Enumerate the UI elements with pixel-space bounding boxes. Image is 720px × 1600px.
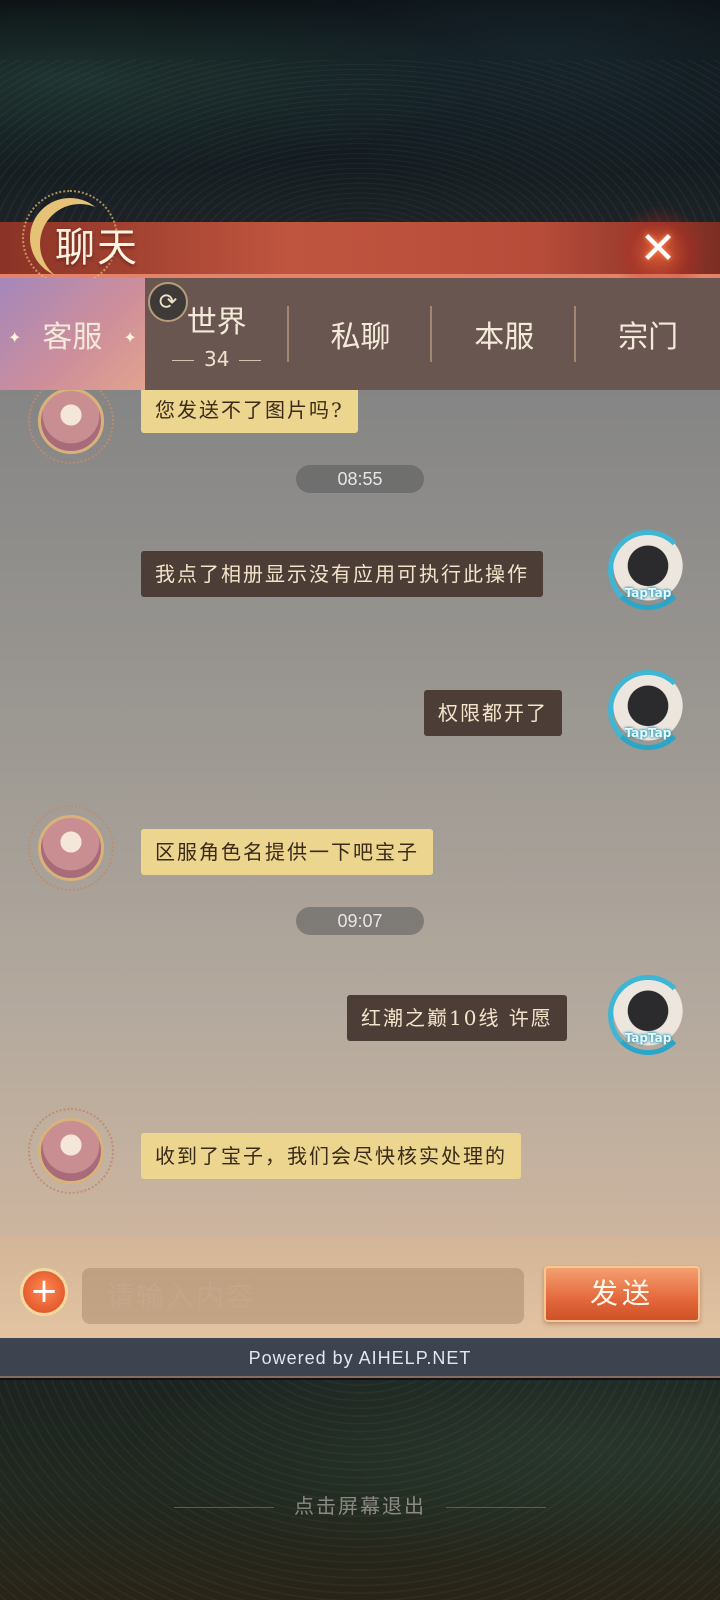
message-input[interactable] (82, 1268, 524, 1324)
diamond-icon: ✦ (8, 328, 22, 347)
page-title: 聊天 (55, 225, 139, 271)
support-message: 区服角色名提供一下吧宝子 (141, 829, 433, 875)
chat-messages[interactable]: 您发送不了图片吗? 08:55 我点了相册显示没有应用可执行此操作 TapTap… (0, 390, 720, 1238)
exit-hint[interactable]: 点击屏幕退出 (0, 1490, 720, 1519)
user-avatar: TapTap (606, 668, 690, 752)
taptap-tag: TapTap (624, 586, 672, 600)
user-message: 我点了相册显示没有应用可执行此操作 (141, 551, 543, 597)
wave-pattern (0, 60, 720, 225)
user-avatar: TapTap (606, 528, 690, 612)
message-timestamp: 09:07 (296, 907, 424, 935)
add-button[interactable]: + (20, 1268, 68, 1316)
exit-hint-text: 点击屏幕退出 (294, 1494, 426, 1518)
close-icon: ✕ (639, 222, 677, 274)
tab-server[interactable]: 本服 (432, 278, 577, 390)
tab-private[interactable]: 私聊 (289, 278, 433, 390)
support-message: 收到了宝子，我们会尽快核实处理的 (141, 1133, 521, 1179)
input-bar: + 发送 (0, 1238, 720, 1338)
plus-icon: + (29, 1271, 59, 1311)
support-avatar (28, 1108, 114, 1194)
divider-line (446, 1507, 546, 1508)
divider-line (174, 1507, 274, 1508)
support-avatar (28, 805, 114, 891)
close-button[interactable]: ✕ (630, 220, 686, 276)
user-message: 权限都开了 (424, 690, 562, 736)
tab-sect[interactable]: 宗门 (576, 278, 720, 390)
support-avatar-image (38, 815, 104, 881)
send-button[interactable]: 发送 (544, 1266, 700, 1322)
tab-label: 私聊 (330, 320, 391, 355)
powered-by-footer: Powered by AIHELP.NET (0, 1338, 720, 1378)
refresh-button[interactable]: ⟳ (148, 282, 188, 322)
support-avatar-image (38, 1118, 104, 1184)
refresh-icon: ⟳ (158, 289, 178, 315)
diamond-icon: ✦ (123, 328, 137, 347)
tab-label: 宗门 (618, 320, 679, 355)
user-avatar: TapTap (606, 973, 690, 1057)
tab-customer-service[interactable]: ✦ 客服 ✦ (0, 278, 145, 390)
tab-label: 客服 (42, 320, 103, 355)
tab-count-badge: 34 (162, 347, 271, 371)
support-avatar-image (38, 390, 104, 454)
user-message: 红潮之巅10线 许愿 (347, 995, 567, 1041)
support-message: 您发送不了图片吗? (141, 390, 358, 433)
taptap-tag: TapTap (624, 726, 672, 740)
message-timestamp: 08:55 (296, 465, 424, 493)
taptap-tag: TapTap (624, 1031, 672, 1045)
tab-label: 世界 (186, 305, 247, 340)
support-avatar (28, 390, 114, 464)
chat-tabs: ✦ 客服 ✦ 世界 34 私聊 本服 宗门 (0, 278, 720, 390)
tab-label: 本服 (474, 320, 535, 355)
top-background (0, 0, 720, 225)
